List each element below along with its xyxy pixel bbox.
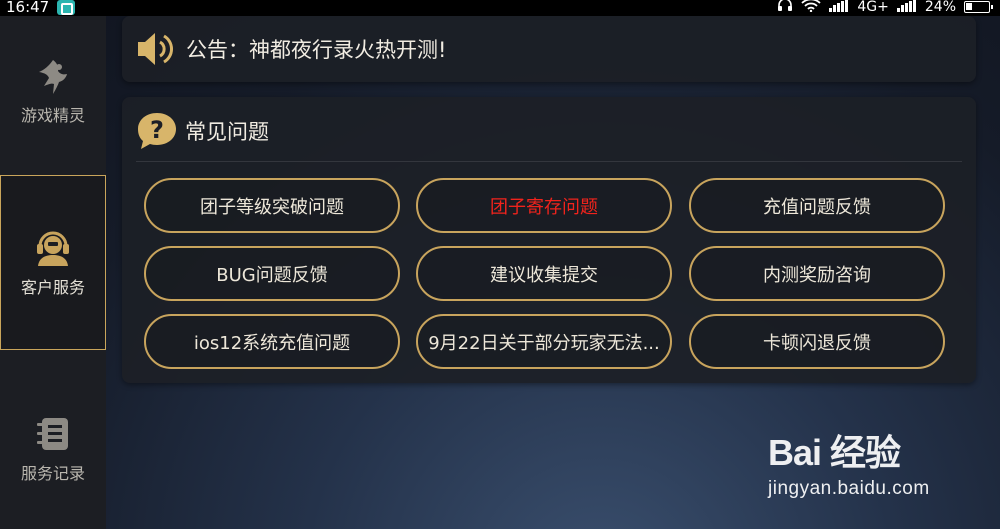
question-icon: ? — [136, 111, 178, 155]
battery-icon — [964, 1, 993, 13]
faq-button-beta-reward[interactable]: 内测奖励咨询 — [689, 246, 945, 301]
record-list-icon — [36, 414, 70, 454]
sidebar-item-label: 游戏精灵 — [20, 106, 85, 125]
sidebar-item-label: 服务记录 — [20, 464, 85, 483]
baidu-watermark: Bai 经验 jingyan.baidu.com — [768, 424, 930, 500]
network-type: 4G+ — [857, 0, 889, 15]
status-right: 4G+ 24% — [777, 0, 993, 16]
watermark-brand: Bai 经验 — [768, 432, 901, 473]
announcement-banner[interactable]: 公告：神都夜行录火热开测! — [122, 16, 976, 82]
faq-button-dumpling-storage[interactable]: 团子寄存问题 — [416, 178, 672, 233]
faq-button-suggestion[interactable]: 建议收集提交 — [416, 246, 672, 301]
faq-button-lag-crash[interactable]: 卡顿闪退反馈 — [689, 314, 945, 369]
status-bar: 16:47 4G+ 24% — [0, 0, 1000, 16]
sidebar-item-game-fairy[interactable]: 游戏精灵 — [0, 46, 106, 136]
watermark-url: jingyan.baidu.com — [768, 478, 930, 499]
signal-icon — [829, 0, 849, 16]
sidebar: 游戏精灵 客户服务 服务记录 — [0, 16, 106, 529]
headset-icon — [777, 0, 793, 16]
sidebar-item-customer-service[interactable]: 客户服务 — [0, 175, 106, 350]
signal-icon-2 — [896, 0, 917, 16]
fairy-icon — [36, 56, 70, 96]
scan-icon — [57, 0, 75, 15]
divider — [136, 161, 962, 162]
svg-text:?: ? — [150, 116, 164, 144]
speaker-icon — [136, 30, 176, 72]
sidebar-item-service-records[interactable]: 服务记录 — [0, 404, 106, 494]
faq-button-dumpling-level[interactable]: 团子等级突破问题 — [144, 178, 400, 233]
wifi-icon — [801, 0, 821, 16]
faq-panel: ? 常见问题 团子等级突破问题 团子寄存问题 充值问题反馈 BUG问题反馈 建议… — [122, 97, 976, 383]
sidebar-item-label: 客户服务 — [20, 277, 85, 297]
announcement-text: 公告：神都夜行录火热开测! — [186, 38, 447, 62]
faq-button-bug-feedback[interactable]: BUG问题反馈 — [144, 246, 400, 301]
status-time: 16:47 — [6, 0, 50, 16]
battery-percent: 24% — [924, 0, 956, 15]
faq-title: 常见问题 — [185, 120, 269, 144]
faq-button-ios12-recharge[interactable]: ios12系统充值问题 — [144, 314, 400, 369]
faq-button-sep22-notice[interactable]: 9月22日关于部分玩家无法... — [416, 314, 672, 369]
faq-button-recharge-feedback[interactable]: 充值问题反馈 — [689, 178, 945, 233]
customer-service-icon — [34, 228, 72, 268]
